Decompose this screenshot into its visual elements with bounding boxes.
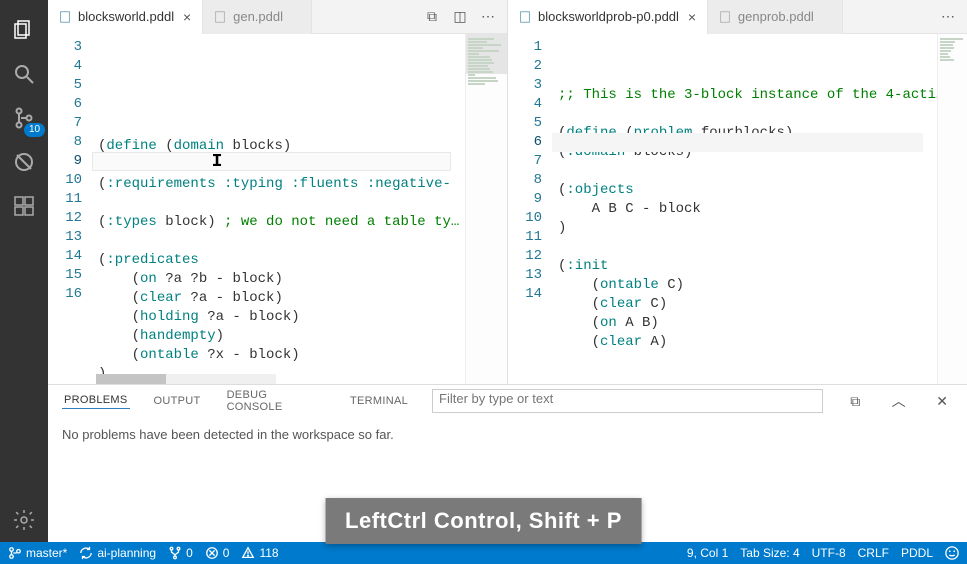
status-branch[interactable]: master* bbox=[8, 546, 67, 560]
split-editor-icon[interactable]: ◫ bbox=[449, 8, 471, 25]
code-lines[interactable]: ;; This is the 3-block instance of the 4… bbox=[552, 34, 937, 384]
file-icon bbox=[718, 10, 732, 24]
tab-blocksworldprob[interactable]: blocksworldprob-p0.pddl × bbox=[508, 0, 708, 34]
extensions-icon[interactable] bbox=[0, 184, 48, 228]
status-language[interactable]: PDDL bbox=[901, 546, 933, 560]
status-errors[interactable]: 0 bbox=[205, 546, 230, 560]
tab-label: gen.pddl bbox=[233, 9, 283, 24]
status-feedback-icon[interactable] bbox=[945, 546, 959, 560]
tab-genprob[interactable]: genprob.pddl × bbox=[708, 0, 843, 34]
panel-tab-problems[interactable]: PROBLEMS bbox=[62, 394, 130, 409]
status-encoding[interactable]: UTF-8 bbox=[812, 546, 846, 560]
status-tab-size[interactable]: Tab Size: 4 bbox=[740, 546, 799, 560]
minimap[interactable] bbox=[465, 34, 507, 384]
tab-blocksworld[interactable]: blocksworld.pddl × bbox=[48, 0, 203, 34]
editor-group-right: blocksworldprob-p0.pddl × genprob.pddl ×… bbox=[507, 0, 967, 384]
smiley-icon bbox=[945, 546, 959, 560]
close-panel-icon[interactable]: ✕ bbox=[932, 393, 953, 410]
tab-label: genprob.pddl bbox=[738, 9, 814, 24]
compare-icon[interactable]: ⧉ bbox=[421, 8, 443, 25]
tab-bar-right: blocksworldprob-p0.pddl × genprob.pddl ×… bbox=[508, 0, 967, 34]
problems-message: No problems have been detected in the wo… bbox=[62, 427, 394, 442]
activity-bar: 10 bbox=[0, 0, 48, 542]
sync-icon bbox=[79, 546, 93, 560]
chevron-up-icon[interactable]: ︿ bbox=[888, 391, 909, 411]
collapse-all-icon[interactable]: ⧉ bbox=[845, 393, 866, 410]
panel-body: No problems have been detected in the wo… bbox=[48, 417, 967, 452]
status-cursor-position[interactable]: 9, Col 1 bbox=[687, 546, 728, 560]
code-editor-right[interactable]: 1234567891011121314 ;; This is the 3-blo… bbox=[508, 34, 967, 384]
status-eol[interactable]: CRLF bbox=[858, 546, 889, 560]
tab-label: blocksworldprob-p0.pddl bbox=[538, 9, 679, 24]
panel-tab-terminal[interactable]: TERMINAL bbox=[348, 395, 410, 407]
status-warnings[interactable]: 118 bbox=[241, 546, 278, 560]
panel-tab-output[interactable]: OUTPUT bbox=[152, 395, 203, 407]
text-cursor: I bbox=[210, 152, 224, 171]
tab-gen[interactable]: gen.pddl × bbox=[203, 0, 312, 34]
status-bar: master* ai-planning 0 0 118 9, Col 1 Tab… bbox=[0, 542, 967, 564]
fork-icon bbox=[168, 546, 182, 560]
status-forks[interactable]: 0 bbox=[168, 546, 193, 560]
error-icon bbox=[205, 546, 219, 560]
more-icon[interactable]: ⋯ bbox=[477, 8, 499, 25]
close-icon[interactable]: × bbox=[685, 9, 699, 25]
tab-actions: ⧉ ◫ ⋯ bbox=[417, 8, 503, 25]
files-icon[interactable] bbox=[0, 8, 48, 52]
more-icon[interactable]: ⋯ bbox=[937, 8, 959, 25]
close-icon[interactable]: × bbox=[180, 9, 194, 25]
horizontal-scrollbar[interactable] bbox=[96, 374, 276, 384]
filter-input[interactable] bbox=[439, 391, 816, 406]
panel-tab-debug-console[interactable]: DEBUG CONSOLE bbox=[225, 389, 326, 413]
tab-actions: ⋯ bbox=[933, 8, 963, 25]
editor-group-left: blocksworld.pddl × gen.pddl × ⧉ ◫ ⋯ bbox=[48, 0, 507, 384]
keystroke-overlay: LeftCtrl Control, Shift + P bbox=[325, 498, 642, 544]
warning-icon bbox=[241, 546, 255, 560]
search-icon[interactable] bbox=[0, 52, 48, 96]
line-gutter: 1234567891011121314 bbox=[508, 34, 552, 384]
source-control-icon[interactable]: 10 bbox=[0, 96, 48, 140]
git-branch-icon bbox=[8, 546, 22, 560]
tab-bar-left: blocksworld.pddl × gen.pddl × ⧉ ◫ ⋯ bbox=[48, 0, 507, 34]
debug-icon[interactable] bbox=[0, 140, 48, 184]
code-editor-left[interactable]: 345678910111213141516 I (define (domain … bbox=[48, 34, 507, 384]
filter-input-wrapper bbox=[432, 389, 823, 413]
minimap[interactable] bbox=[937, 34, 967, 384]
scm-badge: 10 bbox=[24, 123, 45, 137]
file-icon bbox=[518, 10, 532, 24]
file-icon bbox=[58, 10, 72, 24]
code-lines[interactable]: I (define (domain blocks) (:requirements… bbox=[92, 34, 465, 384]
file-icon bbox=[213, 10, 227, 24]
settings-gear-icon[interactable] bbox=[0, 498, 48, 542]
status-sync[interactable]: ai-planning bbox=[79, 546, 156, 560]
tab-label: blocksworld.pddl bbox=[78, 9, 174, 24]
line-gutter: 345678910111213141516 bbox=[48, 34, 92, 384]
